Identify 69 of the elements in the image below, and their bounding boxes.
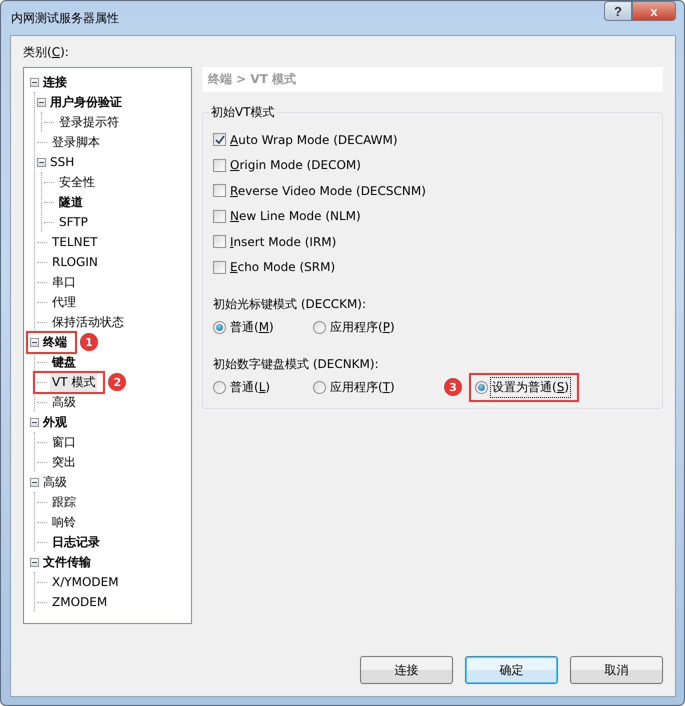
tree-item[interactable]: 高级 — [50, 392, 78, 412]
tree-item[interactable]: RLOGIN — [50, 254, 100, 270]
tree-item[interactable]: 文件传输 — [41, 552, 93, 572]
collapse-icon[interactable] — [37, 158, 46, 166]
step-badge: 3 — [443, 377, 463, 397]
checkbox-label[interactable]: Echo Mode (SRM) — [230, 260, 336, 274]
help-button[interactable]: ? — [604, 1, 632, 21]
tree-item[interactable]: 登录脚本 — [50, 132, 102, 152]
window-title: 内网测试服务器属性 — [11, 10, 119, 26]
tree-item[interactable]: 突出 — [50, 452, 78, 472]
dialog-button[interactable]: 取消 — [570, 656, 663, 684]
tree-item[interactable]: X/YMODEM — [50, 574, 121, 590]
radio-label[interactable]: 设置为普通(S) — [492, 378, 569, 396]
radio-button[interactable] — [213, 380, 226, 394]
tree-item[interactable]: 连接 — [41, 72, 69, 92]
tree-item[interactable]: VT 模式 — [50, 372, 98, 392]
radio-button[interactable] — [213, 320, 226, 334]
radio-button[interactable] — [313, 380, 326, 394]
checkbox[interactable] — [213, 210, 226, 223]
tree-item[interactable]: 安全性 — [57, 172, 97, 192]
tree-item[interactable]: 窗口 — [50, 432, 78, 452]
checkbox[interactable] — [213, 133, 226, 146]
tree-item[interactable]: 终端 — [41, 332, 69, 352]
tree-item[interactable]: 用户身份验证 — [48, 92, 124, 112]
radio-label[interactable]: 应用程序(P) — [330, 318, 395, 336]
tree-item[interactable]: SSH — [48, 154, 76, 170]
collapse-icon[interactable] — [30, 478, 39, 486]
tree-item[interactable]: 保持活动状态 — [50, 312, 126, 332]
dialog-button[interactable]: 连接 — [360, 656, 453, 684]
tree-item[interactable]: 跟踪 — [50, 492, 78, 512]
tree-item[interactable]: 隧道 — [57, 192, 85, 212]
collapse-icon[interactable] — [30, 338, 39, 346]
tree-item[interactable]: 串口 — [50, 272, 78, 292]
group-title: 初始VT模式 — [210, 104, 276, 121]
tree-item[interactable]: 键盘 — [50, 352, 78, 372]
step-badge: 1 — [79, 332, 99, 352]
tree-item[interactable]: 代理 — [50, 292, 78, 312]
checkbox[interactable] — [213, 158, 226, 172]
collapse-icon[interactable] — [30, 78, 39, 86]
checkbox-label[interactable]: New Line Mode (NLM) — [230, 209, 361, 224]
radio-label[interactable]: 应用程序(T) — [330, 378, 395, 396]
radio-button[interactable] — [475, 380, 488, 394]
breadcrumb: 终端 > VT 模式 — [202, 67, 663, 92]
checkbox-label[interactable]: Auto Wrap Mode (DECAWM) — [230, 132, 398, 147]
tree-item[interactable]: 高级 — [41, 472, 69, 492]
collapse-icon[interactable] — [37, 98, 46, 106]
checkbox[interactable] — [213, 260, 226, 274]
checkbox-label[interactable]: Reverse Video Mode (DECSCNM) — [230, 184, 426, 198]
radio-label[interactable]: 普通(L) — [230, 378, 270, 396]
radio-group-title: 初始光标键模式 (DECCKM): — [213, 296, 368, 313]
category-label: 类别(C): — [23, 44, 70, 61]
radio-label[interactable]: 普通(M) — [230, 318, 274, 336]
checkbox[interactable] — [213, 235, 226, 248]
tree-item[interactable]: SFTP — [57, 214, 90, 230]
collapse-icon[interactable] — [30, 558, 39, 566]
tree-item[interactable]: ZMODEM — [50, 594, 110, 610]
step-badge: 2 — [107, 372, 128, 392]
checkbox[interactable] — [213, 184, 226, 198]
checkbox-label[interactable]: Origin Mode (DECOM) — [230, 158, 361, 172]
tree-item[interactable]: TELNET — [50, 234, 100, 250]
tree-item[interactable]: 登录提示符 — [57, 112, 121, 132]
radio-button[interactable] — [313, 320, 326, 334]
tree-item[interactable]: 外观 — [41, 412, 69, 432]
dialog-button[interactable]: 确定 — [465, 656, 558, 684]
radio-group-title: 初始数字键盘模式 (DECNKM): — [213, 356, 380, 373]
checkbox-label[interactable]: Insert Mode (IRM) — [230, 234, 336, 249]
tree-item[interactable]: 响铃 — [50, 512, 78, 532]
collapse-icon[interactable] — [30, 418, 39, 426]
tree-item[interactable]: 日志记录 — [50, 532, 102, 552]
